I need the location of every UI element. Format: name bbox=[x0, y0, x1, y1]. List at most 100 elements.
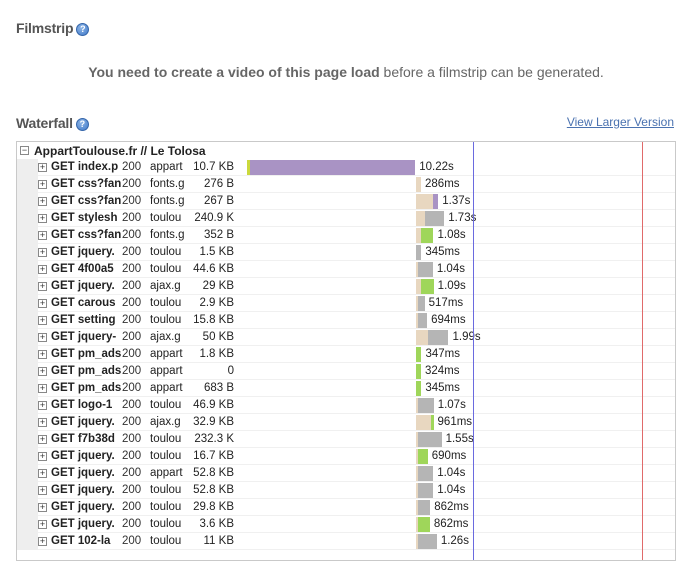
request-row[interactable]: + GET jquery. 200 toulou 29.8 KB 862ms bbox=[17, 498, 675, 516]
request-size: 1.5 KB bbox=[199, 246, 234, 258]
request-timeline: 690ms bbox=[247, 448, 675, 465]
expand-icon[interactable]: + bbox=[38, 519, 47, 529]
expand-icon[interactable]: + bbox=[38, 400, 47, 410]
request-row[interactable]: + GET jquery. 200 ajax.g 32.9 KB 961ms bbox=[17, 413, 675, 431]
timing-bar bbox=[415, 313, 428, 328]
request-status: 200 bbox=[122, 263, 142, 275]
request-row[interactable]: + GET f7b38d 200 toulou 232.3 K 1.55s bbox=[17, 430, 675, 448]
request-row[interactable]: + GET jquery. 200 ajax.g 29 KB 1.09s bbox=[17, 277, 675, 295]
request-row[interactable]: + GET stylesh 200 toulou 240.9 K 1.73s bbox=[17, 209, 675, 227]
request-duration: 324ms bbox=[424, 365, 460, 377]
request-timeline: 961ms bbox=[247, 414, 675, 431]
download-segment bbox=[418, 313, 428, 328]
request-row[interactable]: + GET jquery. 200 toulou 3.6 KB 862ms bbox=[17, 515, 675, 533]
request-url: GET f7b38d bbox=[51, 433, 115, 445]
expand-icon[interactable]: + bbox=[38, 332, 47, 342]
expand-icon[interactable]: + bbox=[38, 502, 47, 512]
request-url: GET jquery. bbox=[51, 416, 115, 428]
request-row[interactable]: + GET jquery. 200 toulou 1.5 KB 345ms bbox=[17, 243, 675, 261]
expand-icon[interactable]: + bbox=[38, 247, 47, 257]
request-duration: 1.04s bbox=[437, 484, 466, 496]
row-gutter bbox=[17, 362, 38, 380]
request-row[interactable]: + GET jquery. 200 toulou 52.8 KB 1.04s bbox=[17, 481, 675, 499]
expand-icon[interactable]: + bbox=[38, 264, 47, 274]
request-row[interactable]: + GET index.p 200 appart 10.7 KB 10.22s bbox=[17, 158, 675, 176]
request-row[interactable]: + GET setting 200 toulou 15.8 KB 694ms bbox=[17, 311, 675, 329]
filmstrip-title-text: Filmstrip bbox=[16, 20, 74, 36]
help-icon[interactable]: ? bbox=[76, 23, 90, 36]
row-gutter bbox=[17, 243, 38, 261]
request-url: GET jquery. bbox=[51, 280, 115, 292]
help-icon[interactable]: ? bbox=[75, 118, 89, 131]
page-row[interactable]: − AppartToulouse.fr // Le Tolosa bbox=[17, 142, 675, 159]
request-row[interactable]: + GET logo-1 200 toulou 46.9 KB 1.07s bbox=[17, 396, 675, 414]
request-timeline: 517ms bbox=[247, 295, 675, 312]
request-duration: 1.07s bbox=[437, 399, 466, 411]
request-row[interactable]: + GET pm_ads 200 appart 0 324ms bbox=[17, 362, 675, 380]
request-size: 52.8 KB bbox=[193, 467, 234, 479]
request-size: 44.6 KB bbox=[193, 263, 234, 275]
request-status: 200 bbox=[122, 433, 142, 445]
request-url: GET css?fan bbox=[51, 229, 122, 241]
request-size: 0 bbox=[227, 365, 234, 377]
request-status: 200 bbox=[122, 195, 142, 207]
request-row[interactable]: + GET css?fan 200 fonts.g 352 B 1.08s bbox=[17, 226, 675, 244]
request-timeline: 1.04s bbox=[247, 261, 675, 278]
request-status: 200 bbox=[122, 246, 142, 258]
request-duration: 1.04s bbox=[437, 467, 466, 479]
request-row[interactable]: + GET css?fan 200 fonts.g 276 B 286ms bbox=[17, 175, 675, 193]
view-larger-version-link[interactable]: View Larger Version bbox=[567, 115, 674, 129]
waterfall-title: Waterfall? bbox=[16, 115, 89, 131]
expand-icon[interactable]: + bbox=[38, 451, 47, 461]
timing-bar bbox=[415, 228, 434, 243]
request-host: appart bbox=[150, 161, 183, 173]
download-segment bbox=[417, 398, 434, 413]
request-status: 200 bbox=[122, 314, 142, 326]
expand-icon[interactable]: + bbox=[38, 485, 47, 495]
request-status: 200 bbox=[122, 178, 142, 190]
filmstrip-title: Filmstrip? bbox=[16, 20, 90, 36]
request-row[interactable]: + GET pm_ads 200 appart 683 B 345ms bbox=[17, 379, 675, 397]
download-segment bbox=[417, 449, 428, 464]
expand-icon[interactable]: + bbox=[38, 349, 47, 359]
request-row[interactable]: + GET jquery. 200 appart 52.8 KB 1.04s bbox=[17, 464, 675, 482]
request-host: toulou bbox=[150, 212, 182, 224]
expand-icon[interactable]: + bbox=[38, 213, 47, 223]
expand-icon[interactable]: + bbox=[38, 383, 47, 393]
request-url: GET pm_ads bbox=[51, 348, 122, 360]
row-gutter bbox=[17, 464, 38, 482]
download-segment bbox=[415, 364, 421, 379]
request-row[interactable]: + GET jquery- 200 ajax.g 50 KB 1.99s bbox=[17, 328, 675, 346]
request-row[interactable]: + GET 4f00a5 200 toulou 44.6 KB 1.04s bbox=[17, 260, 675, 278]
expand-icon[interactable]: + bbox=[38, 162, 47, 172]
expand-icon[interactable]: + bbox=[38, 179, 47, 189]
timing-bar bbox=[415, 177, 421, 192]
request-row[interactable]: + GET jquery. 200 toulou 16.7 KB 690ms bbox=[17, 447, 675, 465]
expand-icon[interactable]: + bbox=[38, 196, 47, 206]
request-row[interactable]: + GET pm_ads 200 appart 1.8 KB 347ms bbox=[17, 345, 675, 363]
timing-bar bbox=[415, 517, 430, 532]
download-segment bbox=[424, 211, 445, 226]
download-segment bbox=[415, 245, 422, 260]
request-host: toulou bbox=[150, 433, 182, 445]
request-row[interactable]: + GET 102-la 200 toulou 11 KB 1.26s bbox=[17, 532, 675, 550]
wait-segment bbox=[415, 194, 433, 209]
request-url: GET index.p bbox=[51, 161, 119, 173]
request-size: 52.8 KB bbox=[193, 484, 234, 496]
expand-icon[interactable]: + bbox=[38, 536, 47, 546]
expand-icon[interactable]: + bbox=[38, 281, 47, 291]
request-timeline: 862ms bbox=[247, 499, 675, 516]
expand-icon[interactable]: + bbox=[38, 230, 47, 240]
expand-icon[interactable]: + bbox=[38, 366, 47, 376]
request-host: toulou bbox=[150, 484, 182, 496]
request-row[interactable]: + GET carous 200 toulou 2.9 KB 517ms bbox=[17, 294, 675, 312]
request-row[interactable]: + GET css?fan 200 fonts.g 267 B 1.37s bbox=[17, 192, 675, 210]
expand-icon[interactable]: + bbox=[38, 298, 47, 308]
request-size: 10.7 KB bbox=[193, 161, 234, 173]
expand-icon[interactable]: + bbox=[38, 434, 47, 444]
expand-icon[interactable]: + bbox=[38, 468, 47, 478]
collapse-icon[interactable]: − bbox=[20, 146, 29, 155]
request-url: GET pm_ads bbox=[51, 382, 122, 394]
expand-icon[interactable]: + bbox=[38, 315, 47, 325]
expand-icon[interactable]: + bbox=[38, 417, 47, 427]
